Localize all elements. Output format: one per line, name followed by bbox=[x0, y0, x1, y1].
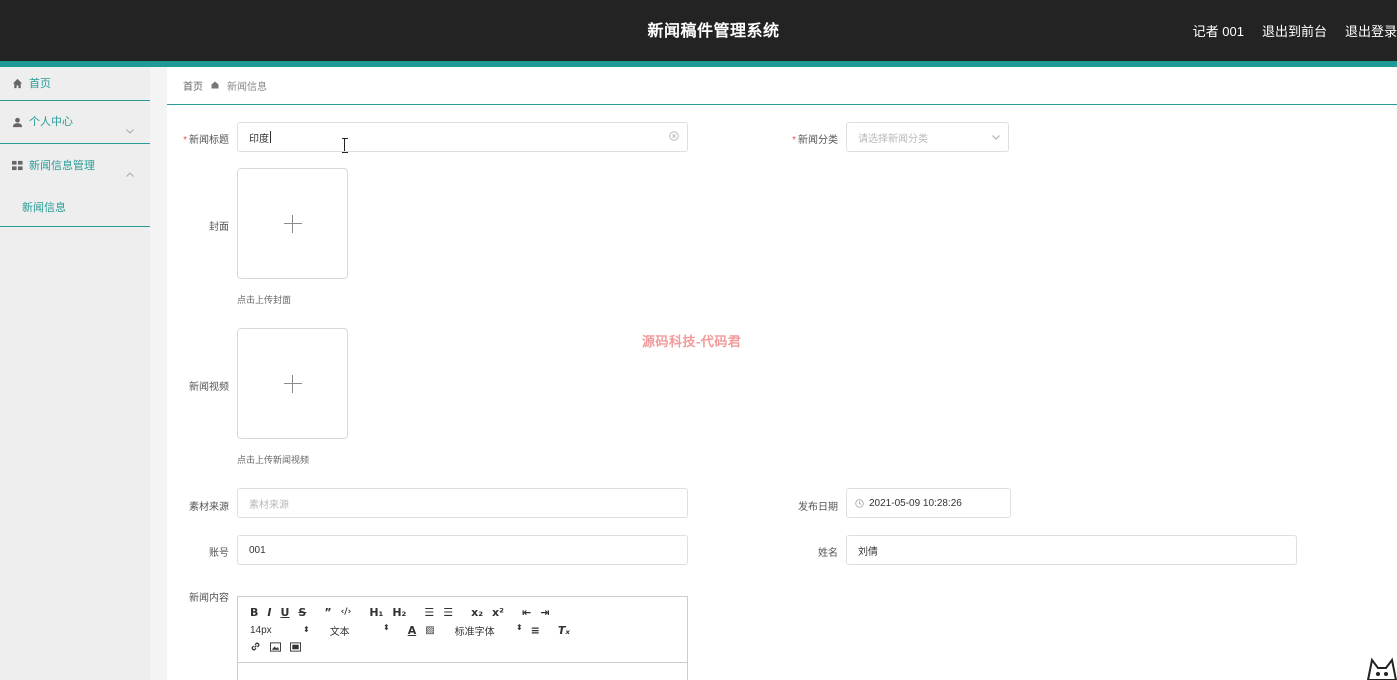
video-hint: 点击上传新闻视频 bbox=[237, 455, 310, 465]
home-icon bbox=[11, 78, 23, 90]
plus-icon bbox=[283, 374, 302, 393]
name-value: 刘倩 bbox=[858, 546, 878, 558]
breadcrumb-home[interactable]: 首页 bbox=[183, 78, 203, 93]
cover-label: 封面 bbox=[209, 222, 229, 233]
cover-hint: 点击上传封面 bbox=[237, 295, 292, 305]
top-header: 新闻稿件管理系统 记者 001 退出到前台 退出登录 bbox=[0, 0, 1397, 61]
strike-button[interactable]: S bbox=[298, 606, 306, 619]
italic-button[interactable]: I bbox=[267, 606, 271, 619]
account-input[interactable]: 001 bbox=[237, 535, 688, 565]
sidebar-item-home[interactable]: 首页 bbox=[0, 67, 150, 101]
name-label: 姓名 bbox=[818, 548, 838, 559]
sidebar-item-label: 新闻信息管理 bbox=[29, 159, 95, 172]
indent-button[interactable]: ⇥ bbox=[540, 606, 549, 619]
breadcrumb-current: 新闻信息 bbox=[227, 82, 267, 93]
sidebar: 首页 个人中心 新闻信息管理 新闻信息 bbox=[0, 67, 150, 680]
video-icon[interactable] bbox=[290, 641, 301, 655]
plus-icon bbox=[283, 214, 302, 233]
date-picker[interactable]: 2021-05-09 10:28:26 bbox=[846, 488, 1011, 518]
image-icon[interactable] bbox=[270, 641, 281, 655]
font-color-button[interactable]: A bbox=[408, 624, 417, 637]
code-block-button[interactable]: ‹/› bbox=[341, 607, 352, 617]
subscript-button[interactable]: x₂ bbox=[471, 606, 483, 619]
category-select[interactable]: 请选择新闻分类 bbox=[846, 122, 1009, 152]
video-label: 新闻视频 bbox=[189, 382, 229, 393]
blockquote-button[interactable]: ” bbox=[324, 606, 331, 619]
clear-format-button[interactable]: Tₓ bbox=[558, 624, 570, 637]
user-icon bbox=[11, 116, 23, 128]
cover-upload[interactable] bbox=[237, 168, 348, 279]
superscript-button[interactable]: x² bbox=[492, 606, 504, 619]
sidebar-item-label: 首页 bbox=[29, 77, 51, 90]
account-label: 账号 bbox=[209, 548, 229, 559]
header-actions: 记者 001 退出到前台 退出登录 bbox=[1175, 0, 1397, 61]
chevron-up-icon bbox=[126, 159, 134, 189]
form-panel: 首页 新闻信息 bbox=[167, 67, 1397, 680]
outdent-button[interactable]: ⇤ bbox=[522, 606, 531, 619]
editor-toolbar: B I U S ” ‹/› H₁ H₂ ☰ ☰ x₂ x² ⇤ ⇥ 14px ⬍ … bbox=[238, 597, 687, 663]
bold-button[interactable]: B bbox=[250, 606, 258, 619]
title-input[interactable]: 印度 bbox=[237, 122, 688, 152]
name-input[interactable]: 刘倩 bbox=[846, 535, 1297, 565]
sidebar-subitem-news-info[interactable]: 新闻信息 bbox=[0, 187, 150, 227]
sidebar-item-personal-center[interactable]: 个人中心 bbox=[0, 101, 150, 144]
header-select[interactable]: 文本 ⬍ bbox=[330, 623, 390, 638]
logout-link[interactable]: 退出登录 bbox=[1345, 21, 1397, 40]
sidebar-item-label: 个人中心 bbox=[29, 116, 73, 128]
breadcrumb: 首页 新闻信息 bbox=[167, 67, 1397, 105]
text-cursor bbox=[342, 138, 348, 153]
rich-text-editor[interactable]: B I U S ” ‹/› H₁ H₂ ☰ ☰ x₂ x² ⇤ ⇥ 14px ⬍ … bbox=[237, 596, 688, 680]
chevron-down-icon bbox=[992, 132, 1000, 143]
source-input[interactable]: 素材来源 bbox=[237, 488, 688, 518]
title-label: * 新闻标题 bbox=[183, 135, 229, 146]
h2-button[interactable]: H₂ bbox=[392, 606, 406, 619]
clock-icon bbox=[855, 498, 864, 508]
grid-icon bbox=[11, 160, 23, 172]
current-user: 记者 001 bbox=[1192, 24, 1244, 39]
mascot-icon bbox=[1362, 650, 1397, 680]
account-value: 001 bbox=[249, 544, 266, 556]
clear-icon[interactable] bbox=[669, 131, 679, 144]
source-label: 素材来源 bbox=[189, 502, 229, 513]
align-button[interactable]: ≡ bbox=[531, 624, 540, 637]
category-placeholder: 请选择新闻分类 bbox=[858, 133, 928, 145]
underline-button[interactable]: U bbox=[280, 606, 289, 619]
content-label: 新闻内容 bbox=[189, 593, 229, 604]
category-label: * 新闻分类 bbox=[792, 135, 838, 146]
exit-to-front-link[interactable]: 退出到前台 bbox=[1262, 21, 1327, 40]
font-size-select[interactable]: 14px ⬍ bbox=[250, 625, 310, 636]
breadcrumb-separator-icon bbox=[211, 81, 219, 91]
bullet-list-button[interactable]: ☰ bbox=[443, 606, 453, 619]
video-upload[interactable] bbox=[237, 328, 348, 439]
font-family-select[interactable]: 标准字体 ⬍ bbox=[455, 623, 523, 638]
background-color-button[interactable]: ▨ bbox=[425, 625, 434, 636]
h1-button[interactable]: H₁ bbox=[369, 606, 383, 619]
sidebar-item-news-management[interactable]: 新闻信息管理 bbox=[0, 144, 150, 187]
title-value: 印度 bbox=[249, 133, 269, 145]
chevron-down-icon bbox=[126, 116, 134, 146]
date-value: 2021-05-09 10:28:26 bbox=[869, 497, 962, 509]
ordered-list-button[interactable]: ☰ bbox=[424, 606, 434, 619]
date-label: 发布日期 bbox=[798, 502, 838, 513]
source-placeholder: 素材来源 bbox=[249, 499, 289, 511]
link-icon[interactable] bbox=[250, 641, 261, 655]
watermark: 源码科技-代码君 bbox=[642, 334, 742, 349]
